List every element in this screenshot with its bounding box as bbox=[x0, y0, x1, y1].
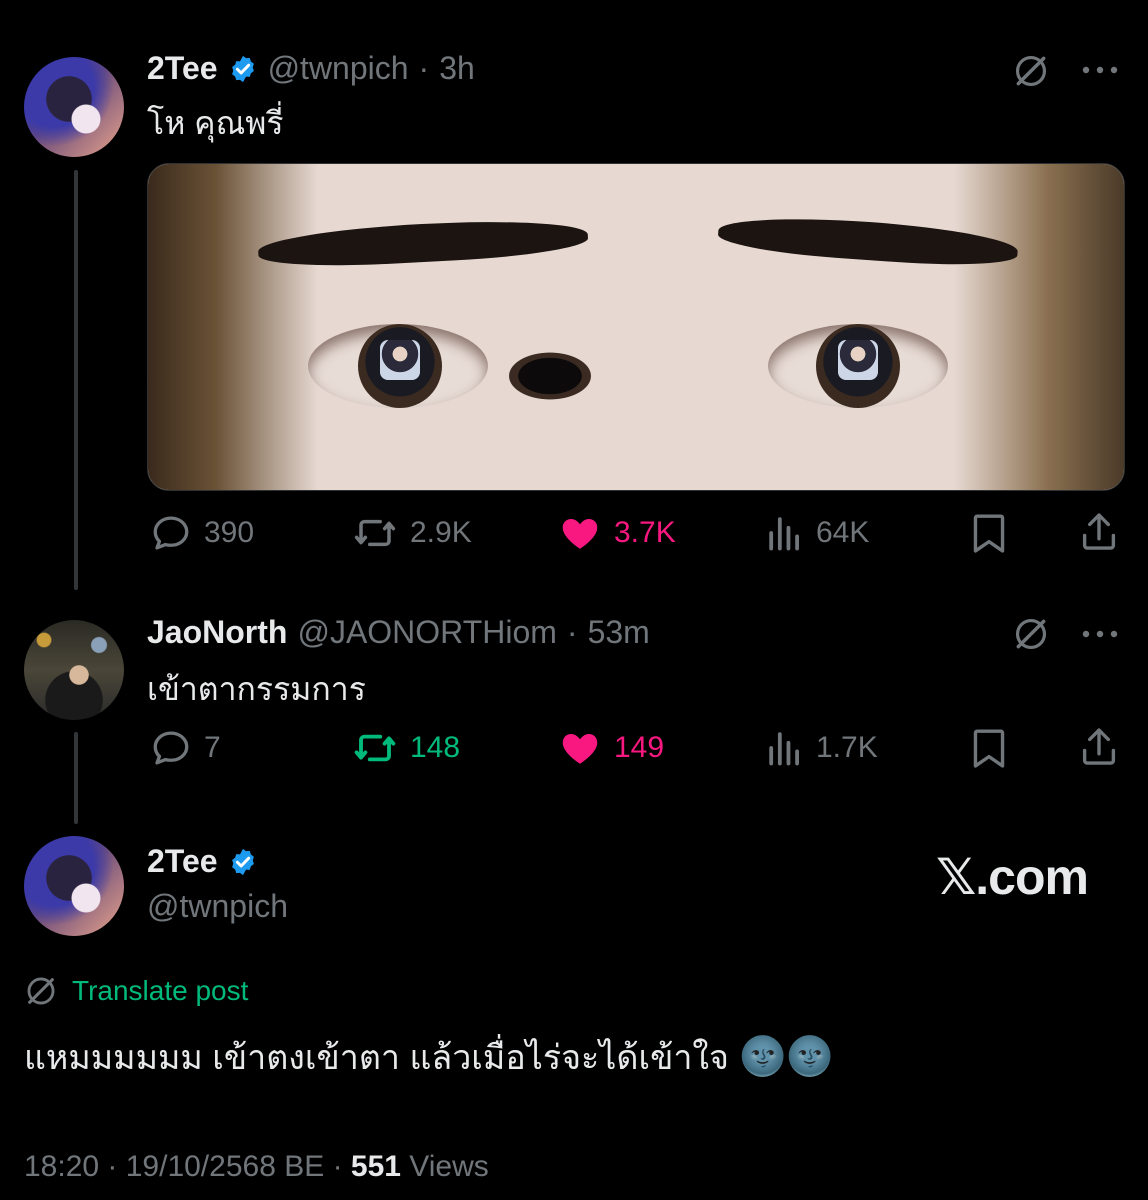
hair-left bbox=[148, 164, 318, 490]
x-brand-logo: 𝕏.com bbox=[936, 849, 1089, 905]
views-button[interactable]: 1.7K bbox=[766, 727, 878, 769]
reply-button[interactable]: 7 bbox=[150, 727, 221, 769]
hair-right bbox=[954, 164, 1124, 490]
repost-count: 2.9K bbox=[410, 516, 472, 549]
reflection bbox=[838, 340, 878, 380]
eye-right bbox=[768, 324, 948, 408]
tweet-text: โห คุณพรี่ bbox=[147, 105, 284, 141]
bookmark-icon[interactable] bbox=[970, 727, 1008, 771]
tweet-text: แหมมมมมม เข้าตงเข้าตา แล้วเมื่อไร่จะได้เ… bbox=[24, 1039, 729, 1077]
repost-button[interactable]: 2.9K bbox=[352, 512, 472, 554]
more-icon[interactable] bbox=[1080, 622, 1120, 646]
like-button[interactable]: 149 bbox=[558, 727, 664, 769]
like-icon bbox=[562, 734, 598, 764]
bookmark-icon[interactable] bbox=[970, 512, 1008, 556]
timestamp[interactable]: 3h bbox=[439, 50, 475, 87]
avatar[interactable] bbox=[24, 57, 124, 157]
repost-button[interactable]: 148 bbox=[352, 727, 460, 769]
dot-separator: · bbox=[418, 50, 430, 86]
author-name[interactable]: 2Tee bbox=[147, 843, 218, 880]
author-handle[interactable]: @JAONORTHiom bbox=[297, 614, 556, 651]
avatar[interactable] bbox=[24, 836, 124, 936]
author-handle[interactable]: @twnpich bbox=[147, 888, 288, 925]
translate-icon bbox=[27, 977, 55, 1005]
reply-count: 7 bbox=[204, 731, 221, 764]
views-label: Views bbox=[400, 1150, 489, 1183]
author-name[interactable]: JaoNorth bbox=[147, 614, 287, 651]
like-icon bbox=[562, 519, 598, 549]
translate-label[interactable]: Translate post bbox=[72, 975, 248, 1007]
emoji: 🌚🌚 bbox=[738, 1036, 834, 1078]
reply-button[interactable]: 390 bbox=[150, 512, 254, 554]
reply-icon bbox=[153, 516, 189, 550]
reply-count: 390 bbox=[204, 516, 255, 549]
translate-post[interactable]: Translate post bbox=[24, 974, 248, 1008]
views-icon bbox=[769, 517, 799, 551]
views-icon bbox=[769, 732, 799, 766]
author-handle[interactable]: @twnpich bbox=[268, 50, 409, 87]
avatar[interactable] bbox=[24, 620, 124, 720]
like-count: 3.7K bbox=[614, 516, 676, 549]
views-count: 64K bbox=[816, 516, 870, 549]
like-button[interactable]: 3.7K bbox=[558, 512, 676, 554]
repost-count: 148 bbox=[410, 731, 461, 764]
views-count: 1.7K bbox=[816, 731, 878, 764]
verified-badge-icon bbox=[228, 54, 258, 84]
tweet-photo[interactable] bbox=[147, 163, 1125, 491]
views-count: 551 bbox=[350, 1150, 401, 1183]
more-icon[interactable] bbox=[1080, 58, 1120, 82]
reply-icon bbox=[153, 731, 189, 765]
timestamp[interactable]: 53m bbox=[588, 614, 650, 651]
dot-separator: · bbox=[566, 614, 578, 650]
post-timestamp[interactable]: 18:20 · 19/10/2568 BE · bbox=[24, 1150, 351, 1183]
like-count: 149 bbox=[614, 731, 665, 764]
thread-line bbox=[74, 732, 78, 824]
views-button[interactable]: 64K bbox=[766, 512, 869, 554]
author-name[interactable]: 2Tee bbox=[147, 50, 218, 87]
grok-icon[interactable] bbox=[1012, 52, 1050, 90]
repost-icon bbox=[354, 734, 396, 762]
eye-left bbox=[308, 324, 488, 408]
thread-line bbox=[74, 170, 78, 590]
share-icon[interactable] bbox=[1078, 510, 1120, 554]
share-icon[interactable] bbox=[1078, 725, 1120, 769]
grok-icon[interactable] bbox=[1012, 615, 1050, 653]
reflection bbox=[380, 340, 420, 380]
verified-badge-icon bbox=[228, 847, 258, 877]
repost-icon bbox=[354, 519, 396, 547]
tweet-text: เข้าตากรรมการ bbox=[147, 671, 366, 707]
